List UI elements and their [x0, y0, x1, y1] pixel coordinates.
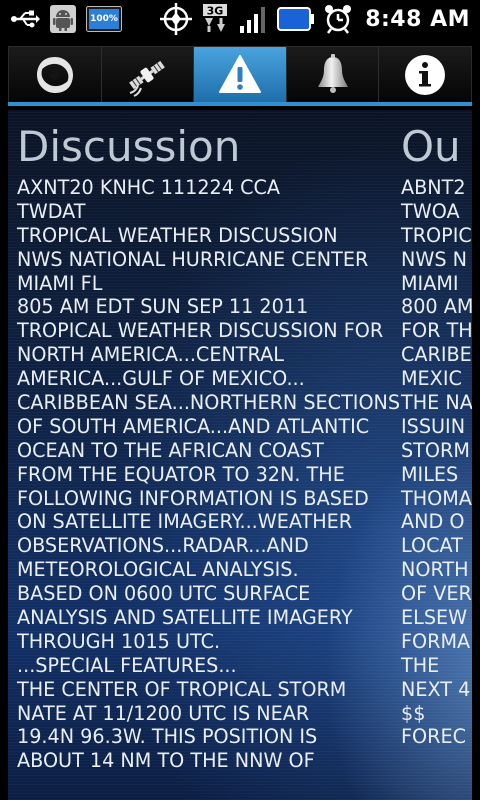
discussion-title: Discussion — [17, 122, 241, 171]
outlook-line: NEXT 4 — [401, 677, 471, 701]
forecast-pager[interactable]: Discussion AXNT20 KNHC 111224 CCA TWDAT TR… — [8, 110, 472, 800]
outlook-line: CARIBE — [401, 343, 472, 367]
outlook-line: OF VER — [401, 582, 472, 606]
bell-icon — [310, 52, 356, 98]
active-tab-indicator — [8, 102, 472, 106]
outlook-line: 800 AM — [401, 295, 472, 319]
outlook-line: $$ — [401, 701, 426, 725]
notification-icons: 100% — [0, 5, 122, 33]
discussion-line: NATE AT 11/1200 UTC IS NEAR — [17, 701, 310, 725]
warning-icon — [217, 52, 263, 98]
outlook-line: FORMA — [401, 629, 471, 653]
discussion-line: ...SPECIAL FEATURES... — [17, 653, 237, 677]
outlook-line: FOREC — [401, 725, 466, 749]
outlook-line: TWOA — [401, 199, 460, 223]
discussion-page[interactable]: Discussion AXNT20 KNHC 111224 CCA TWDAT TR… — [17, 122, 400, 773]
outlook-page[interactable]: Ou ABNT2 TWOA TROPIC NWS N MIAMI 800 AM FOR TH… — [401, 122, 472, 749]
outlook-line: NWS N — [401, 247, 467, 271]
satellite-icon — [124, 52, 170, 98]
signal-icon — [239, 4, 269, 34]
outlook-line: TROPIC — [401, 223, 472, 247]
discussion-text: AXNT20 KNHC 111224 CCA TWDAT TROPICAL WEAT… — [17, 176, 400, 773]
usb-icon — [10, 9, 40, 29]
discussion-line: ANALYSIS AND SATELLITE IMAGERY — [17, 606, 353, 630]
outlook-line: ELSEW — [401, 606, 468, 630]
battery-icon — [277, 6, 315, 32]
discussion-line: NWS NATIONAL HURRICANE CENTER — [17, 247, 369, 271]
3g-data-icon: 3G — [201, 4, 231, 34]
outlook-title: Ou — [401, 122, 461, 171]
outlook-line: FOR TH — [401, 319, 472, 343]
tab-storms[interactable] — [9, 47, 102, 103]
outlook-line: ABNT2 — [401, 176, 466, 199]
system-icons: 3G 8:48 AM — [159, 2, 480, 36]
discussion-line: OF SOUTH AMERICA...AND ATLANTIC — [17, 414, 370, 438]
outlook-line: MEXIC — [401, 367, 462, 391]
discussion-line: FOLLOWING INFORMATION IS BASED — [17, 486, 369, 510]
status-bar: 100% 3G 8:48 AM — [0, 0, 480, 38]
tab-bar — [8, 46, 472, 104]
net-label: 3G — [207, 5, 224, 18]
status-clock: 8:48 AM — [365, 6, 470, 32]
discussion-line: 805 AM EDT SUN SEP 11 2011 — [17, 295, 309, 319]
alarm-clock-icon — [323, 4, 353, 34]
outlook-line: STORM — [401, 438, 470, 462]
discussion-line: AMERICA...GULF OF MEXICO... — [17, 367, 305, 391]
outlook-line: THOMA — [401, 486, 472, 510]
tab-satellite[interactable] — [101, 47, 195, 103]
outlook-line: ISSUIN — [401, 414, 466, 438]
tab-info[interactable] — [379, 47, 471, 103]
android-debug-icon — [50, 5, 76, 33]
discussion-line: NORTH AMERICA...CENTRAL — [17, 343, 284, 367]
discussion-line: ABOUT 14 NM TO THE NNW OF — [17, 749, 315, 773]
gps-icon — [159, 2, 193, 36]
info-icon — [402, 52, 448, 98]
app-window: Discussion AXNT20 KNHC 111224 CCA TWDAT TR… — [0, 38, 480, 800]
discussion-line: METEOROLOGICAL ANALYSIS. — [17, 558, 299, 582]
discussion-line: THROUGH 1015 UTC. — [17, 629, 221, 653]
battery-widget-icon: 100% — [86, 6, 122, 32]
discussion-line: TROPICAL WEATHER DISCUSSION — [17, 223, 338, 247]
discussion-line: FROM THE EQUATOR TO 32N. THE — [17, 462, 345, 486]
outlook-line: LOCAT — [401, 534, 463, 558]
discussion-line: TWDAT — [17, 199, 86, 223]
outlook-line: NORTH — [401, 558, 469, 582]
discussion-line: 19.4N 96.3W. THIS POSITION IS — [17, 725, 318, 749]
hurricane-icon — [32, 52, 78, 98]
discussion-line: AXNT20 KNHC 111224 CCA — [17, 176, 280, 199]
discussion-line: CARIBBEAN SEA...NORTHERN SECTIONS — [17, 391, 401, 415]
outlook-line: AND O — [401, 510, 465, 534]
discussion-line: TROPICAL WEATHER DISCUSSION FOR — [17, 319, 384, 343]
tab-notifications[interactable] — [286, 47, 380, 103]
discussion-line: OBSERVATIONS...RADAR...AND — [17, 534, 309, 558]
tab-alerts[interactable] — [194, 47, 287, 103]
discussion-line: ON SATELLITE IMAGERY...WEATHER — [17, 510, 353, 534]
discussion-line: THE CENTER OF TROPICAL STORM — [17, 677, 347, 701]
outlook-line: MILES — [401, 462, 459, 486]
outlook-line: MIAMI — [401, 271, 459, 295]
discussion-line: MIAMI FL — [17, 271, 103, 295]
discussion-line: OCEAN TO THE AFRICAN COAST — [17, 438, 324, 462]
outlook-line: THE NA — [401, 391, 472, 415]
outlook-text: ABNT2 TWOA TROPIC NWS N MIAMI 800 AM FOR TH CAR… — [401, 176, 472, 749]
outlook-line: THE — [401, 653, 440, 677]
discussion-line: BASED ON 0600 UTC SURFACE — [17, 582, 311, 606]
battery-widget-text: 100% — [90, 14, 118, 24]
